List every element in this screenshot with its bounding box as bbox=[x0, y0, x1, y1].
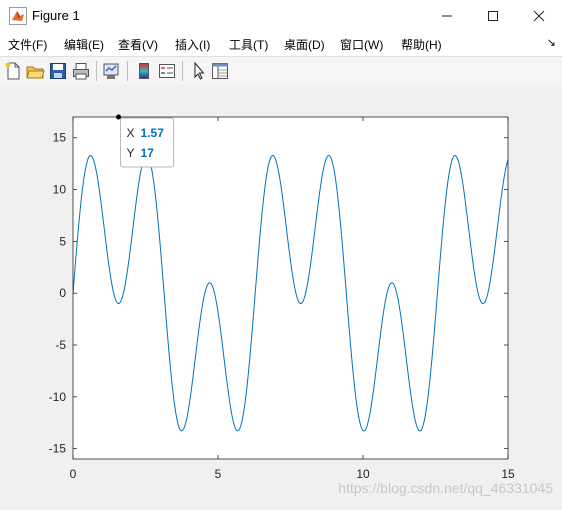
menu-bar: 文件(F) 编辑(E) 查看(V) 插入(I) 工具(T) 桌面(D) 窗口(W… bbox=[0, 32, 562, 56]
watermark: https://blog.csdn.net/qq_46331045 bbox=[338, 480, 553, 496]
y-tick-label: -10 bbox=[49, 390, 67, 404]
matlab-app-icon bbox=[9, 7, 27, 25]
toolbar-separator bbox=[127, 61, 128, 81]
close-button[interactable] bbox=[516, 0, 562, 32]
menu-edit[interactable]: 编辑(E) bbox=[64, 36, 104, 53]
menu-view[interactable]: 查看(V) bbox=[118, 36, 158, 53]
save-icon[interactable] bbox=[48, 61, 68, 81]
toolbar bbox=[0, 56, 562, 86]
insert-colorbar-icon[interactable] bbox=[134, 61, 154, 81]
x-tick-label: 5 bbox=[215, 467, 222, 481]
y-tick-label: 10 bbox=[53, 183, 67, 197]
menu-file[interactable]: 文件(F) bbox=[8, 36, 47, 53]
figure-canvas: 0 5 10 15 15 10 5 0 -5 -10 -15 X 1.57 Y … bbox=[0, 85, 562, 505]
datatip-y-label: Y bbox=[127, 146, 135, 160]
axes-background bbox=[73, 117, 508, 459]
y-tick-label: 15 bbox=[53, 131, 67, 145]
menu-desktop[interactable]: 桌面(D) bbox=[284, 36, 325, 53]
minimize-icon bbox=[442, 15, 452, 17]
close-icon bbox=[533, 10, 545, 22]
title-bar: Figure 1 bbox=[0, 0, 562, 32]
new-figure-icon[interactable] bbox=[3, 61, 23, 81]
menu-tools[interactable]: 工具(T) bbox=[229, 36, 268, 53]
menu-help[interactable]: 帮助(H) bbox=[401, 36, 442, 53]
datatip-y-value: 17 bbox=[141, 146, 155, 160]
minimize-button[interactable] bbox=[424, 0, 470, 32]
y-tick-label: -15 bbox=[49, 442, 67, 456]
y-tick-label: -5 bbox=[55, 338, 66, 352]
open-file-icon[interactable] bbox=[25, 61, 45, 81]
toolbar-separator bbox=[182, 61, 183, 81]
menu-window[interactable]: 窗口(W) bbox=[340, 36, 383, 53]
insert-legend-icon[interactable] bbox=[157, 61, 177, 81]
edit-plot-arrow-icon[interactable] bbox=[189, 61, 209, 81]
menu-insert[interactable]: 插入(I) bbox=[175, 36, 210, 53]
y-tick-label: 0 bbox=[59, 286, 66, 300]
x-tick-label: 0 bbox=[70, 467, 77, 481]
menubar-overflow-icon[interactable]: ↘ bbox=[547, 36, 556, 49]
plot-svg[interactable]: 0 5 10 15 15 10 5 0 -5 -10 -15 X 1.57 Y … bbox=[0, 85, 562, 505]
maximize-button[interactable] bbox=[470, 0, 516, 32]
y-tick-label: 5 bbox=[59, 234, 66, 248]
x-tick-label: 15 bbox=[501, 467, 515, 481]
datatip[interactable]: X 1.57 Y 17 bbox=[120, 117, 175, 168]
x-tick-label: 10 bbox=[356, 467, 370, 481]
link-plot-icon[interactable] bbox=[101, 61, 121, 81]
print-icon[interactable] bbox=[71, 61, 91, 81]
property-inspector-icon[interactable] bbox=[210, 61, 230, 81]
datatip-x-value: 1.57 bbox=[141, 126, 165, 140]
maximize-icon bbox=[488, 11, 498, 21]
datatip-x-label: X bbox=[127, 126, 135, 140]
toolbar-separator bbox=[96, 61, 97, 81]
window-title: Figure 1 bbox=[32, 8, 80, 23]
